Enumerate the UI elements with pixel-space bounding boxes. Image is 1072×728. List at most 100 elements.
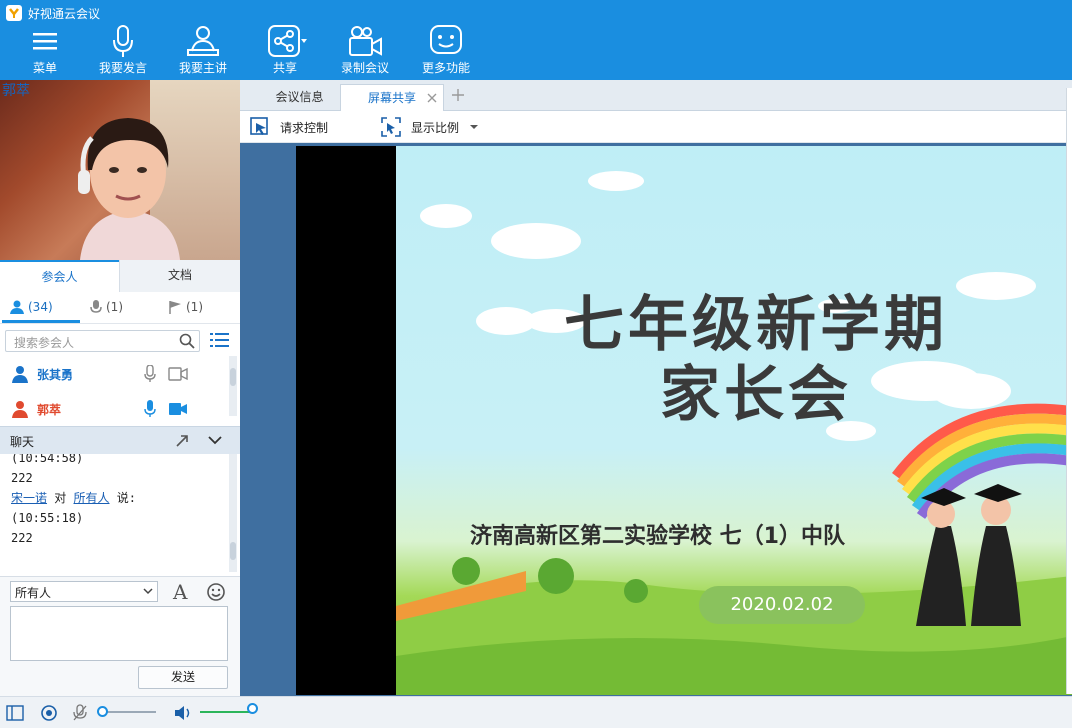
tab-meeting-info[interactable]: 会议信息 xyxy=(252,84,347,111)
chat-header-line: 宋一诺 对 所有人 说: xyxy=(11,488,240,508)
chat-says: 说: xyxy=(116,491,136,505)
microphone-on-icon[interactable] xyxy=(144,400,156,418)
speaker-count: (1) xyxy=(106,300,123,314)
display-ratio-button[interactable]: 显示比例 xyxy=(381,117,479,137)
speaker-volume-knob[interactable] xyxy=(247,703,258,714)
webcam-person xyxy=(78,118,180,260)
flag-count-tab[interactable]: (1) xyxy=(168,300,203,314)
participant-count-bar: (34) (1) (1) xyxy=(0,292,240,324)
camera-settings-icon[interactable] xyxy=(40,704,58,722)
search-icon[interactable] xyxy=(179,333,195,349)
menu-button[interactable]: 菜单 xyxy=(5,24,85,78)
presenter-icon xyxy=(187,26,219,56)
record-button[interactable]: 录制会议 xyxy=(325,24,405,78)
microphone-off-icon[interactable] xyxy=(144,365,156,383)
chat-input[interactable] xyxy=(10,606,228,661)
more-label: 更多功能 xyxy=(421,61,470,75)
chat-to-word: 对 xyxy=(54,491,67,505)
tab-screen-share[interactable]: 屏幕共享 xyxy=(340,84,444,111)
speak-button[interactable]: 我要发言 xyxy=(83,24,163,78)
add-tab-icon[interactable] xyxy=(451,88,465,102)
record-label: 录制会议 xyxy=(340,61,389,75)
slide-date: 2020.02.02 xyxy=(699,586,865,624)
list-view-icon[interactable] xyxy=(210,332,230,348)
chat-message: 222 xyxy=(11,531,33,545)
scrollbar-thumb[interactable] xyxy=(230,542,236,560)
display-ratio-icon xyxy=(381,117,401,137)
presenter-user-icon xyxy=(12,401,28,418)
chat-sender-link[interactable]: 宋一诺 xyxy=(11,491,47,505)
chat-recipient-link[interactable]: 所有人 xyxy=(74,491,110,505)
search-placeholder: 搜索参会人 xyxy=(14,336,75,350)
user-icon xyxy=(10,300,24,314)
chat-message: 222 xyxy=(11,471,33,485)
left-panel-tabs: 参会人 文档 xyxy=(0,260,240,292)
font-format-icon[interactable]: A xyxy=(173,580,187,604)
tab-screen-share-label: 屏幕共享 xyxy=(367,91,416,105)
send-button[interactable]: 发送 xyxy=(138,666,228,689)
share-label: 共享 xyxy=(272,61,297,75)
camera-off-icon[interactable] xyxy=(168,367,188,381)
right-edge-panel xyxy=(1066,88,1072,694)
microphone-muted-icon[interactable] xyxy=(72,704,88,722)
search-input[interactable]: 搜索参会人 xyxy=(5,330,200,352)
recipient-select-value: 所有人 xyxy=(15,586,52,600)
microphone-small-icon xyxy=(90,300,102,313)
share-toolbar: 请求控制 显示比例 xyxy=(240,111,1072,143)
speaker-count-tab[interactable]: (1) xyxy=(90,300,123,314)
sidebar-toggle-icon[interactable] xyxy=(6,705,24,721)
mic-volume-slider[interactable] xyxy=(100,711,156,713)
speaker-icon[interactable] xyxy=(174,705,192,721)
close-icon[interactable] xyxy=(427,93,437,103)
participant-row[interactable]: 郭萃 xyxy=(0,394,230,424)
status-bar xyxy=(0,696,1072,728)
share-button[interactable]: 共享 xyxy=(245,24,325,78)
menu-icon xyxy=(33,33,57,50)
chevron-down-icon xyxy=(143,588,153,595)
popout-icon[interactable] xyxy=(174,433,190,449)
mic-volume-knob[interactable] xyxy=(97,706,108,717)
app-title: 好视通云会议 xyxy=(28,7,101,21)
camera-on-icon[interactable] xyxy=(168,402,188,416)
tab-participants[interactable]: 参会人 xyxy=(0,260,119,292)
active-tab-indicator xyxy=(2,320,80,323)
request-control-label: 请求控制 xyxy=(280,120,329,135)
display-ratio-label: 显示比例 xyxy=(411,120,460,135)
slide-title-line2: 家长会 xyxy=(660,360,852,430)
participant-row[interactable]: 张其勇 xyxy=(0,359,230,389)
participant-scrollbar[interactable] xyxy=(229,356,237,416)
chat-time: (10:55:18) xyxy=(11,511,84,525)
microphone-icon xyxy=(113,25,133,57)
tab-documents[interactable]: 文档 xyxy=(119,260,240,292)
record-icon xyxy=(349,26,382,56)
share-icon xyxy=(268,25,307,57)
main-tabs: 会议信息 屏幕共享 xyxy=(240,80,1072,111)
more-button[interactable]: 更多功能 xyxy=(406,24,486,78)
chat-title: 聊天 xyxy=(10,435,35,449)
participant-count-tab[interactable]: (34) xyxy=(10,300,53,314)
chat-header: 聊天 xyxy=(0,426,240,454)
menu-label: 菜单 xyxy=(32,61,57,75)
request-control-button[interactable]: 请求控制 xyxy=(250,117,328,137)
user-icon xyxy=(12,366,28,383)
presenter-button[interactable]: 我要主讲 xyxy=(163,24,243,78)
emoji-icon[interactable] xyxy=(206,582,226,602)
flag-icon xyxy=(169,301,181,314)
video-name: 郭萃 xyxy=(2,83,30,99)
shared-slide: 七年级新学期 家长会 济南高新区第二实验学校 七（1）中队 2020.02.02 xyxy=(396,146,1072,695)
participant-name: 张其勇 xyxy=(37,368,74,382)
speaker-volume-slider[interactable] xyxy=(200,711,254,713)
speak-label: 我要发言 xyxy=(98,61,147,75)
chevron-down-icon xyxy=(470,124,479,129)
slide-school: 济南高新区第二实验学校 七（1）中队 xyxy=(470,524,845,549)
chat-scrollbar[interactable] xyxy=(229,454,237,572)
share-letterbox xyxy=(296,146,396,695)
recipient-select[interactable]: 所有人 xyxy=(10,581,158,602)
chevron-down-icon[interactable] xyxy=(208,435,222,445)
participant-list: 张其勇 郭萃 xyxy=(0,356,240,426)
app-logo-icon xyxy=(6,5,22,21)
presenter-label: 我要主讲 xyxy=(178,61,227,75)
chat-time: (10:54:58) xyxy=(11,454,84,465)
video-feed: 郭萃 xyxy=(0,80,240,260)
scrollbar-thumb[interactable] xyxy=(230,368,236,386)
